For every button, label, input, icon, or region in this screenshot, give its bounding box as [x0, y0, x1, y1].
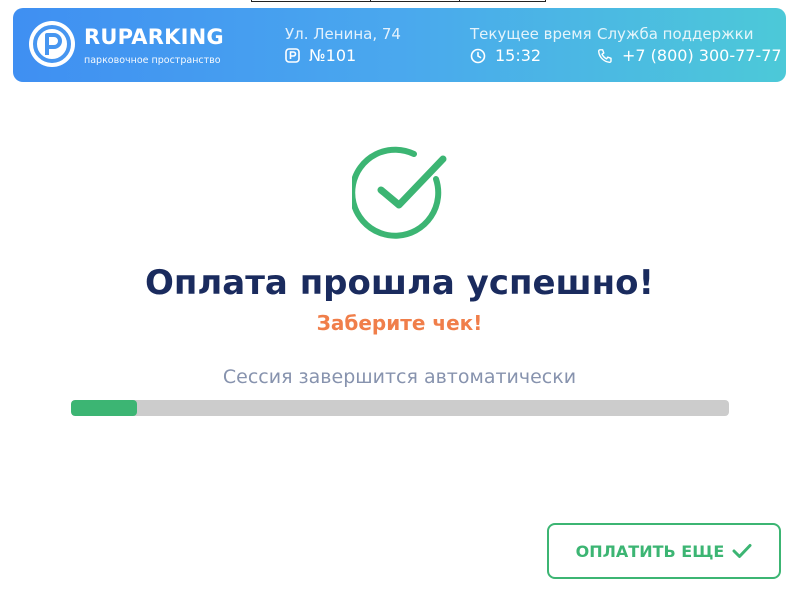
- top-edge-strip: [251, 0, 546, 2]
- header-bar: RUPARKING парковочное пространство Ул. Л…: [13, 8, 786, 82]
- parking-sign-icon: [285, 48, 300, 63]
- clock-icon: [470, 48, 486, 64]
- brand-tagline: парковочное пространство: [84, 55, 221, 66]
- address-label: Ул. Ленина, 74: [285, 25, 401, 43]
- session-status-text: Сессия завершится автоматически: [222, 366, 577, 388]
- parking-pin-icon: [29, 21, 75, 67]
- session-progress-fill: [71, 400, 137, 416]
- take-receipt-text: Заберите чек!: [316, 311, 483, 335]
- parking-number: №101: [285, 46, 356, 65]
- time-label: Текущее время: [470, 25, 592, 43]
- pay-again-button[interactable]: ОПЛАТИТЬ ЕЩЕ: [547, 523, 781, 579]
- pay-again-label: ОПЛАТИТЬ ЕЩЕ: [575, 541, 725, 561]
- support-phone-text[interactable]: +7 (800) 300-77-77: [622, 46, 782, 65]
- brand-name: RUPARKING: [84, 25, 224, 49]
- session-progress-bar: [71, 400, 729, 416]
- current-time-text: 15:32: [495, 46, 542, 65]
- success-title: Оплата прошла успешно!: [144, 263, 655, 303]
- success-check-icon: [349, 145, 448, 245]
- parking-number-text: №101: [309, 46, 357, 65]
- support-label: Служба поддержки: [597, 25, 754, 43]
- checkmark-icon: [732, 543, 752, 559]
- current-time: 15:32: [470, 46, 541, 65]
- phone-icon: [597, 48, 613, 64]
- support-phone[interactable]: +7 (800) 300-77-77: [597, 46, 782, 65]
